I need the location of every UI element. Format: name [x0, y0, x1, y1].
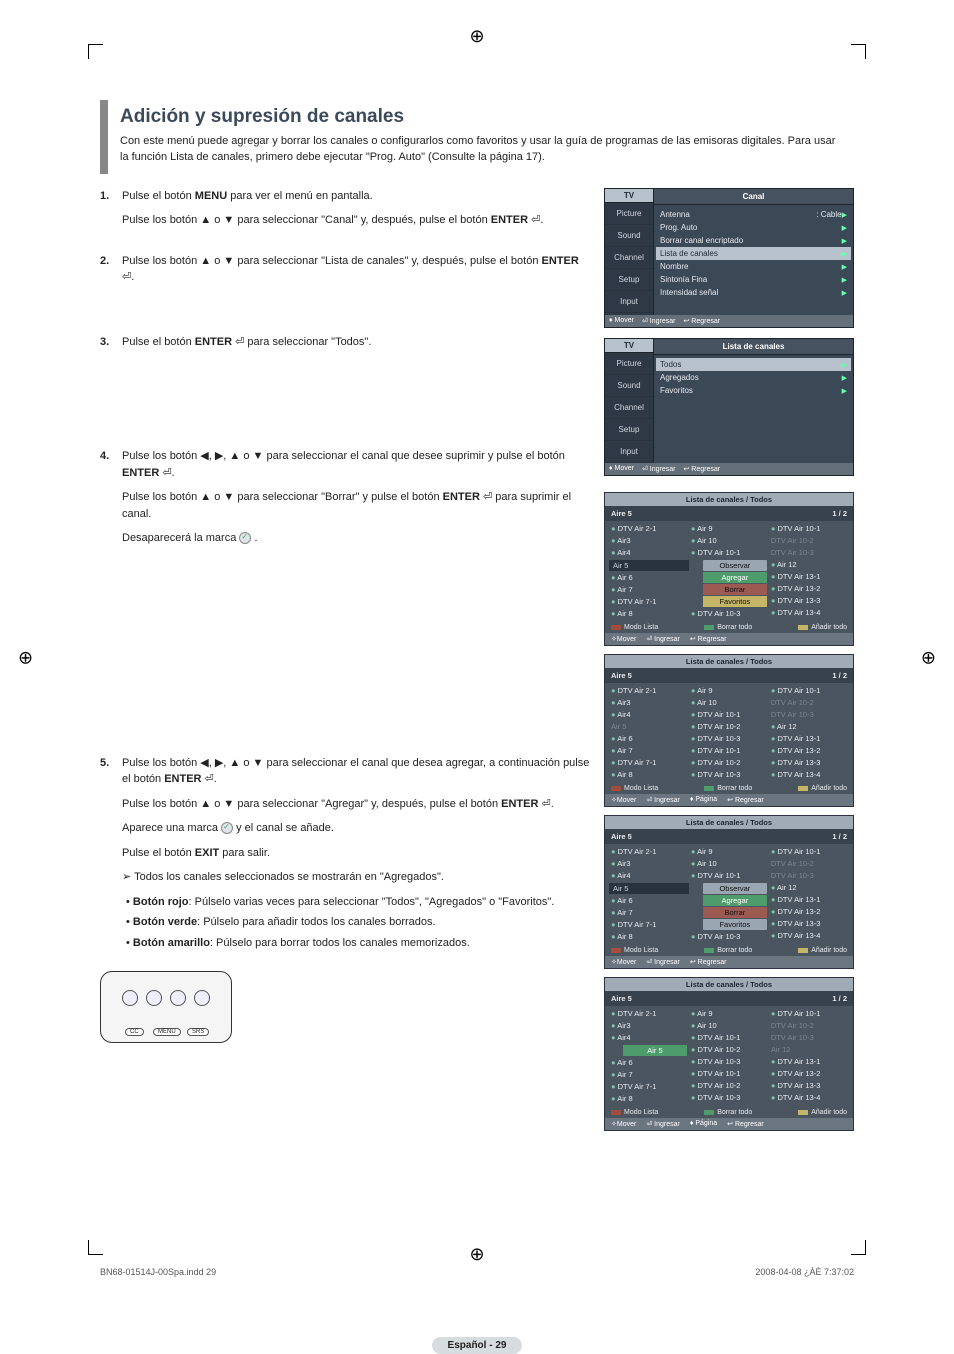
- crop-mark: [851, 44, 866, 59]
- step-number: 3.: [100, 334, 122, 359]
- step-text: Pulse los botón ◀, ▶, ▲ o ▼ para selecci…: [122, 755, 590, 956]
- page-title: Adición y supresión de canales: [120, 106, 842, 128]
- crop-mark: [88, 44, 103, 59]
- channel-list-screenshot: Lista de canales / TodosAire 51 / 2DTV A…: [604, 492, 854, 646]
- step-number: 2.: [100, 253, 122, 294]
- step-number: 5.: [100, 755, 122, 956]
- osd-screenshot-canal: TV PictureSoundChannelSetupInput Canal A…: [604, 188, 854, 328]
- imprint-file: BN68-01514J-00Spa.indd 29: [100, 1267, 216, 1277]
- step-text: Pulse el botón MENU para ver el menú en …: [122, 188, 590, 237]
- step-text: Pulse los botón ▲ o ▼ para seleccionar "…: [122, 253, 590, 294]
- step-number: 4.: [100, 448, 122, 555]
- imprint-date: 2008-04-08 ¿ÀÈ 7:37:02: [755, 1267, 854, 1277]
- crop-mark: [88, 1240, 103, 1255]
- step-number: 1.: [100, 188, 122, 237]
- registration-mark-icon: ⊕: [921, 647, 936, 668]
- remote-illustration: CC MENU SRS: [100, 971, 232, 1043]
- registration-mark-icon: ⊕: [469, 1244, 484, 1265]
- step-text: Pulse los botón ◀, ▶, ▲ o ▼ para selecci…: [122, 448, 590, 555]
- channel-list-screenshot: Lista de canales / TodosAire 51 / 2DTV A…: [604, 654, 854, 807]
- osd-screenshot-lista: TV PictureSoundChannelSetupInput Lista d…: [604, 338, 854, 476]
- channel-list-screenshot: Lista de canales / TodosAire 51 / 2DTV A…: [604, 977, 854, 1131]
- crop-mark: [851, 1240, 866, 1255]
- channel-list-screenshot: Lista de canales / TodosAire 51 / 2DTV A…: [604, 815, 854, 969]
- intro-text: Con este menú puede agregar y borrar los…: [120, 134, 842, 166]
- step-text: Pulse el botón ENTER ⏎ para seleccionar …: [122, 334, 590, 359]
- page-number: Español - 29: [432, 1337, 523, 1354]
- remote-label: CC: [125, 1028, 144, 1036]
- remote-label: SRS: [187, 1028, 209, 1036]
- registration-mark-icon: ⊕: [18, 647, 33, 668]
- registration-mark-icon: ⊕: [469, 26, 484, 47]
- remote-label: MENU: [153, 1028, 181, 1036]
